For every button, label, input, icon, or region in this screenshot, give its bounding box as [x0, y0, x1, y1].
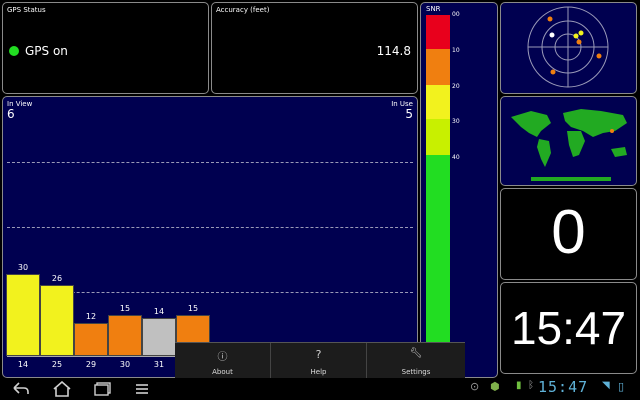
menu-item-about-label: About — [212, 368, 233, 376]
sky-view-panel[interactable] — [500, 2, 637, 94]
sky-radar-icon — [527, 6, 609, 88]
menu-item-settings[interactable]: 🔧︎ Settings — [367, 343, 465, 379]
satellite-snr-label: 12 — [85, 312, 97, 321]
satellite-bar — [74, 323, 108, 356]
grid-line — [7, 162, 413, 163]
satellite-id-label: 14 — [17, 360, 29, 369]
world-map-icon — [511, 109, 627, 181]
status-bar-time: 15:47 — [538, 378, 589, 396]
snr-tick-label: 20 — [452, 83, 460, 90]
snr-tick-label: 40 — [452, 154, 460, 161]
world-map-panel[interactable] — [500, 96, 637, 186]
snr-segment-red — [426, 15, 450, 49]
menu-item-help[interactable]: ? Help — [271, 343, 367, 379]
satellite-snr-label: 15 — [119, 304, 131, 313]
snr-segment-lime — [426, 119, 450, 155]
menu-item-settings-label: Settings — [401, 368, 431, 376]
shield-icon: ⬢ — [490, 380, 500, 393]
menu-item-help-label: Help — [310, 368, 327, 376]
sd-card-icon: ▮ — [516, 380, 522, 391]
in-use-count: 5 — [405, 107, 413, 121]
snr-tick-label: 10 — [452, 47, 460, 54]
satellite-snr-label: 30 — [17, 263, 29, 272]
clock-panel: 15:47 — [500, 282, 637, 374]
clock-value: 15:47 — [510, 302, 627, 354]
accuracy-label: Accuracy (feet) — [216, 6, 270, 14]
speed-value: 0 — [551, 198, 586, 267]
speed-panel: 0 — [500, 188, 637, 280]
battery-icon: ▯ — [618, 380, 625, 393]
satellite-snr-label: 15 — [187, 304, 199, 313]
snr-segment-yellow — [426, 85, 450, 119]
question-mark-icon: ? — [315, 348, 322, 361]
bluetooth-icon: ᛒ — [528, 380, 534, 391]
menu-item-about[interactable]: ⓘ About — [175, 343, 271, 379]
menu-icon[interactable] — [134, 382, 150, 396]
gps-on-indicator-icon — [9, 46, 19, 56]
options-menu: ⓘ About ? Help 🔧︎ Settings — [175, 342, 465, 379]
accuracy-value: 114.8 — [376, 44, 411, 58]
wrench-icon: 🔧︎ — [409, 348, 423, 359]
satellite-bar — [40, 285, 74, 356]
recent-apps-icon[interactable] — [94, 381, 114, 397]
gps-status-value: GPS on — [25, 44, 68, 58]
snr-segment-green — [426, 155, 450, 370]
home-icon[interactable] — [52, 381, 72, 397]
satellite-bar — [108, 315, 142, 356]
back-icon[interactable] — [10, 381, 30, 397]
in-view-count: 6 — [7, 107, 15, 121]
snr-tick-label: 00 — [452, 11, 460, 18]
gps-status-panel: GPS Status GPS on — [2, 2, 209, 94]
satellite-id-label: 30 — [119, 360, 131, 369]
satellite-bar — [6, 274, 40, 356]
satellite-bar — [142, 318, 176, 356]
satellite-id-label: 31 — [153, 360, 165, 369]
gps-status-label: GPS Status — [7, 6, 46, 14]
wifi-icon: ◥ — [602, 380, 610, 391]
satellite-id-label: 29 — [85, 360, 97, 369]
snr-tick-label: 30 — [452, 118, 460, 125]
satellite-id-label: 25 — [51, 360, 63, 369]
snr-label: SNR — [426, 5, 441, 13]
accuracy-panel: Accuracy (feet) 114.8 — [211, 2, 418, 94]
satellite-snr-label: 26 — [51, 274, 63, 283]
gps-icon: ⊙ — [470, 380, 480, 393]
satellite-snr-label: 14 — [153, 307, 165, 316]
snr-segment-orange — [426, 49, 450, 85]
grid-line — [7, 227, 413, 228]
info-icon: ⓘ — [217, 352, 228, 363]
